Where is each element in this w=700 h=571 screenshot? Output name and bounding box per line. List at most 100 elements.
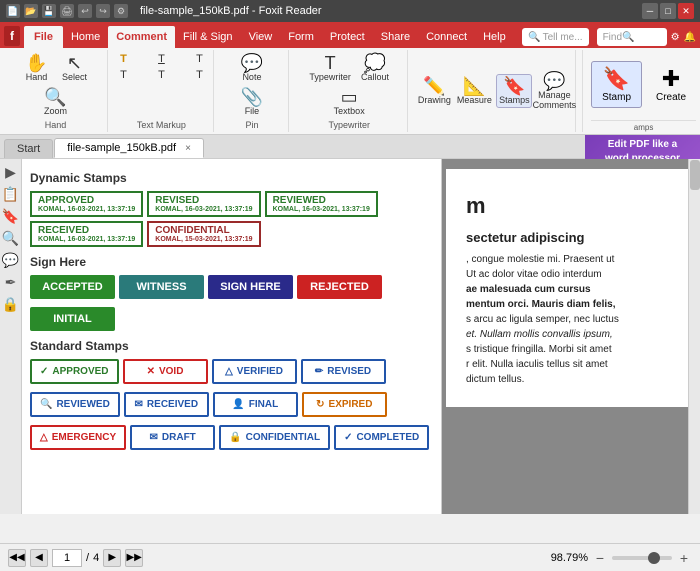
- tab-file[interactable]: File: [24, 26, 63, 48]
- tab-form[interactable]: Form: [280, 26, 322, 48]
- print-icon[interactable]: 🖨: [60, 4, 74, 18]
- std-revised[interactable]: ✏ REVISED: [301, 359, 386, 384]
- text-markup-3[interactable]: T: [181, 52, 217, 66]
- create-button[interactable]: ✚ Create: [646, 62, 696, 107]
- rejected-stamp[interactable]: REJECTED: [297, 275, 382, 299]
- sidebar-icon-6[interactable]: 🔒: [2, 295, 20, 313]
- zoom-slider[interactable]: [612, 556, 672, 560]
- settings-btn[interactable]: ⚙: [671, 32, 680, 43]
- text-markup-6[interactable]: T: [181, 68, 217, 82]
- tab-document[interactable]: file-sample_150kB.pdf ×: [54, 138, 204, 158]
- dynamic-stamp-approved[interactable]: APPROVED KOMAL, 16-03-2021, 13:37:19: [30, 191, 143, 217]
- left-sidebar: ▶ 📋 🔖 🔍 💬 ✒ 🔒: [0, 159, 22, 514]
- tab-protect[interactable]: Protect: [322, 26, 373, 48]
- tab-share[interactable]: Share: [373, 26, 418, 48]
- scrollbar-thumb[interactable]: [690, 160, 700, 190]
- measure-btn[interactable]: 📐 Measure: [456, 75, 492, 107]
- manage-comments-btn[interactable]: 💬 ManageComments: [536, 70, 572, 112]
- std-approved[interactable]: ✓ APPROVED: [30, 359, 119, 384]
- sidebar-icon-4[interactable]: 💬: [2, 251, 20, 269]
- standard-stamps-row3: △ EMERGENCY ✉ DRAFT 🔒 CONFIDENTIAL ✓ COM…: [30, 425, 433, 450]
- zoom-handle[interactable]: [648, 552, 660, 564]
- dynamic-stamp-received[interactable]: RECEIVED KOMAL, 16-03-2021, 13:37:19: [30, 221, 143, 247]
- zoom-minus-button[interactable]: −: [592, 550, 608, 566]
- tab-fill-sign[interactable]: Fill & Sign: [175, 26, 241, 48]
- nav-prev-button[interactable]: ◀: [30, 549, 48, 567]
- std-draft[interactable]: ✉ DRAFT: [130, 425, 215, 450]
- std-final[interactable]: 👤 FINAL: [213, 392, 298, 417]
- tab-start[interactable]: Start: [4, 139, 53, 158]
- tab-comment[interactable]: Comment: [108, 26, 175, 48]
- save-icon[interactable]: 💾: [42, 4, 56, 18]
- accepted-stamp[interactable]: ACCEPTED: [30, 275, 115, 299]
- std-verified[interactable]: △ VERIFIED: [212, 359, 297, 384]
- witness-stamp[interactable]: WITNESS: [119, 275, 204, 299]
- stamp-button[interactable]: 🔖 Stamp: [591, 61, 642, 108]
- callout-btn[interactable]: 💭 Callout: [357, 52, 393, 84]
- dynamic-stamp-revised[interactable]: REVISED KOMAL, 16-03-2021, 13:37:19: [147, 191, 260, 217]
- zoom-plus-button[interactable]: +: [676, 550, 692, 566]
- sidebar-icon-5[interactable]: ✒: [2, 273, 20, 291]
- right-scrollbar[interactable]: [688, 159, 700, 514]
- sign-here-stamp[interactable]: SIGN HERE: [208, 275, 293, 299]
- sign-stamps-row2: INITIAL: [30, 307, 433, 331]
- minimize-button[interactable]: ─: [642, 3, 658, 19]
- total-pages: 4: [93, 552, 99, 564]
- doc-subheading: sectetur adipiscing: [466, 228, 676, 248]
- foxit-logo[interactable]: f: [4, 26, 20, 46]
- dynamic-stamp-confidential[interactable]: CONFIDENTIAL KOMAL, 15-03-2021, 13:37:19: [147, 221, 260, 247]
- settings-icon[interactable]: ⚙: [114, 4, 128, 18]
- nav-first-button[interactable]: ◀◀: [8, 549, 26, 567]
- tab-close-button[interactable]: ×: [185, 143, 191, 154]
- stamps-btn[interactable]: 🔖 Stamps: [496, 74, 532, 108]
- dynamic-stamp-reviewed[interactable]: REVIEWED KOMAL, 16-03-2021, 13:37:19: [265, 191, 378, 217]
- tell-me-search[interactable]: 🔍 Tell me...: [522, 28, 588, 46]
- std-expired[interactable]: ↻ EXPIRED: [302, 392, 387, 417]
- initial-stamp[interactable]: INITIAL: [30, 307, 115, 331]
- manage-comments-icon: 💬: [543, 72, 565, 90]
- std-void[interactable]: ✕ VOID: [123, 359, 208, 384]
- text-markup-4[interactable]: T: [105, 68, 141, 82]
- open-icon[interactable]: 📂: [24, 4, 38, 18]
- current-page-input[interactable]: 1: [52, 549, 82, 567]
- sidebar-nav-icon[interactable]: ▶: [2, 163, 20, 181]
- stamp-create-buttons: 🔖 Stamp ✚ Create: [591, 50, 696, 118]
- zoom-tool-btn[interactable]: 🔍 Zoom: [37, 86, 73, 118]
- file-btn[interactable]: 📎 File: [234, 86, 270, 118]
- find-box[interactable]: Find 🔍: [597, 28, 667, 46]
- group-hand: ✋ Hand ↖ Select 🔍 Zoom Hand: [4, 50, 108, 132]
- textbox-btn[interactable]: ▭ Textbox: [330, 86, 369, 118]
- pin-tools: 💬 Note 📎 File: [222, 52, 282, 118]
- sidebar-icon-3[interactable]: 🔍: [2, 229, 20, 247]
- std-received[interactable]: ✉ RECEIVED: [124, 392, 209, 417]
- sidebar-icon-1[interactable]: 📋: [2, 185, 20, 203]
- nav-next-button[interactable]: ▶: [103, 549, 121, 567]
- note-btn[interactable]: 💬 Note: [234, 52, 270, 84]
- sign-here-title: Sign Here: [30, 255, 433, 269]
- hand-icon: ✋: [25, 54, 47, 72]
- nav-last-button[interactable]: ▶▶: [125, 549, 143, 567]
- tab-view[interactable]: View: [241, 26, 281, 48]
- maximize-button[interactable]: □: [660, 3, 676, 19]
- hand-tool-btn[interactable]: ✋ Hand: [18, 52, 54, 84]
- std-completed[interactable]: ✓ COMPLETED: [334, 425, 429, 450]
- std-confidential[interactable]: 🔒 CONFIDENTIAL: [219, 425, 330, 450]
- typewriter-btn[interactable]: T Typewriter: [305, 52, 355, 84]
- tab-help[interactable]: Help: [475, 26, 514, 48]
- undo-icon[interactable]: ↩: [78, 4, 92, 18]
- sidebar-icon-2[interactable]: 🔖: [2, 207, 20, 225]
- std-emergency[interactable]: △ EMERGENCY: [30, 425, 126, 450]
- tab-home[interactable]: Home: [63, 26, 108, 48]
- tab-document-label: file-sample_150kB.pdf: [67, 142, 176, 154]
- text-markup-5[interactable]: T: [143, 68, 179, 82]
- drawing-btn[interactable]: ✏️ Drawing: [416, 75, 452, 107]
- text-markup-2[interactable]: T: [143, 52, 179, 66]
- std-reviewed[interactable]: 🔍 REVIEWED: [30, 392, 120, 417]
- text-markup-1[interactable]: T: [105, 52, 141, 66]
- note-icon: 💬: [241, 54, 263, 72]
- notification-btn[interactable]: 🔔: [684, 32, 696, 43]
- close-button[interactable]: ✕: [678, 3, 694, 19]
- redo-icon[interactable]: ↪: [96, 4, 110, 18]
- select-tool-btn[interactable]: ↖ Select: [56, 52, 92, 84]
- tab-connect[interactable]: Connect: [418, 26, 475, 48]
